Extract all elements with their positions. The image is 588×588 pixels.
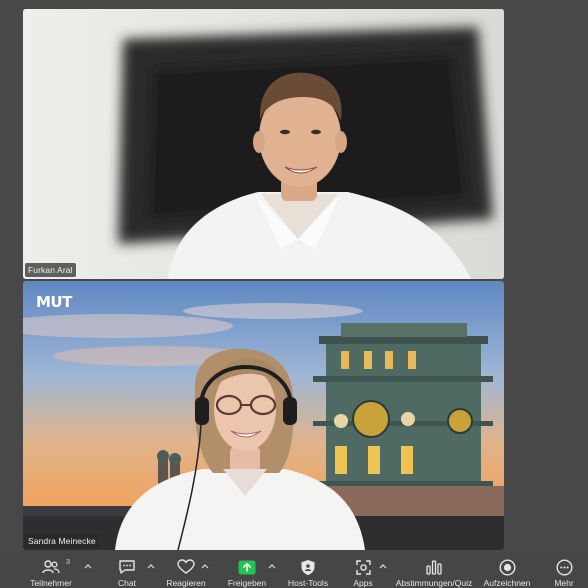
participant-name-label: Sandra Meinecke — [25, 534, 99, 548]
chat-label: Chat — [118, 578, 136, 588]
polls-quiz-label: Abstimmungen/Quiz — [395, 578, 473, 588]
record-label: Aufzeichnen — [483, 578, 531, 588]
participants-label: Teilnehmer — [30, 578, 72, 588]
react-menu-chevron-icon[interactable] — [200, 561, 210, 571]
participants-menu-chevron-icon[interactable] — [83, 561, 93, 571]
more-icon — [554, 558, 574, 576]
record-icon — [497, 558, 517, 576]
apps-icon — [353, 558, 373, 576]
share-menu-chevron-icon[interactable] — [267, 561, 277, 571]
chat-menu-chevron-icon[interactable] — [146, 561, 156, 571]
apps-menu-chevron-icon[interactable] — [378, 561, 388, 571]
video-feed-furkan — [23, 9, 504, 279]
share-button[interactable]: Freigeben — [225, 551, 269, 588]
chat-icon — [117, 558, 137, 576]
video-tile-furkan-aral[interactable]: Furkan Aral — [23, 9, 504, 279]
apps-label: Apps — [353, 578, 373, 588]
host-tools-button[interactable]: Host-Tools — [285, 551, 331, 588]
react-label: Reagieren — [166, 578, 206, 588]
polls-quiz-button[interactable]: Abstimmungen/Quiz — [393, 551, 475, 588]
heart-icon — [176, 558, 196, 576]
host-tools-label: Host-Tools — [287, 578, 329, 588]
participant-name-label: Furkan Aral — [25, 263, 76, 277]
apps-button[interactable]: Apps — [348, 551, 378, 588]
participants-count: 3 — [65, 557, 70, 566]
poll-icon — [424, 558, 444, 576]
share-label: Freigeben — [227, 578, 267, 588]
more-label: Mehr — [554, 578, 574, 588]
video-feed-sandra — [23, 281, 504, 550]
background-logo: MUT — [36, 293, 72, 311]
more-button[interactable]: Mehr — [549, 551, 579, 588]
video-tile-sandra-meinecke[interactable]: MUT Sandra Meinecke — [23, 281, 504, 550]
shield-icon — [298, 558, 318, 576]
meeting-window: Furkan Aral MUT Sandra Meinecke 3 Teilne… — [0, 0, 588, 588]
meeting-toolbar: 3 Teilnehmer Chat Reagieren Freigeben Ho… — [0, 551, 588, 588]
participants-button[interactable]: 3 Teilnehmer — [28, 551, 74, 588]
share-screen-icon — [237, 558, 257, 576]
record-button[interactable]: Aufzeichnen — [481, 551, 533, 588]
chat-button[interactable]: Chat — [110, 551, 144, 588]
participants-icon: 3 — [41, 557, 70, 576]
